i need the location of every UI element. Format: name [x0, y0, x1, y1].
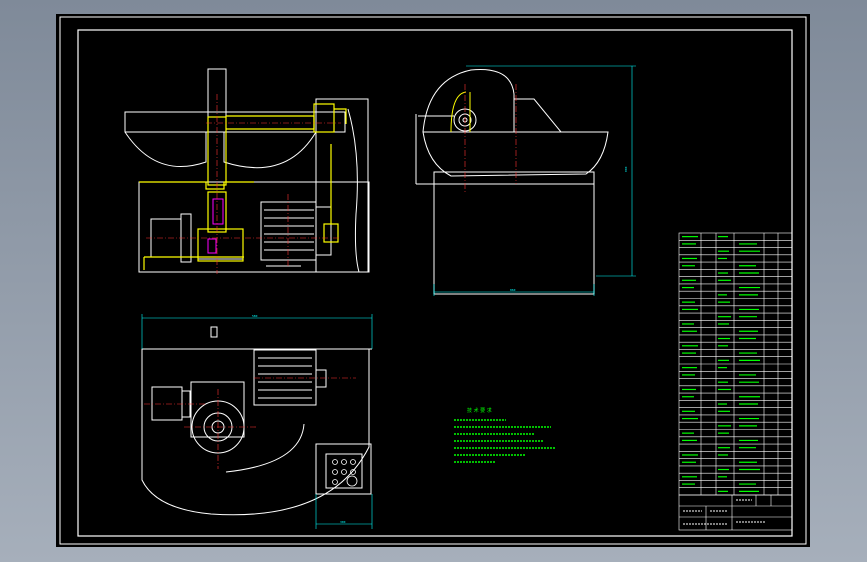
inner-frame: [77, 29, 793, 537]
side-centerlines: [464, 84, 517, 194]
side-view: [415, 69, 609, 295]
title-block-text: [683, 499, 766, 525]
plan-dimension-lines: [141, 314, 373, 529]
plan-centerlines: [144, 377, 356, 469]
side-width-dimension: 860: [510, 288, 516, 292]
plan-width-dimension: 580: [252, 314, 258, 318]
front-magenta-parts: [207, 198, 224, 254]
title-block: [678, 494, 793, 531]
notes-title: 技 术 要 求: [467, 407, 492, 414]
panel-width-dimension: 300: [340, 520, 346, 524]
front-highlight-parts: [139, 103, 347, 270]
cad-drawing: 860 800 580 300 技 术 要 求: [59, 16, 807, 545]
control-panel-buttons: [332, 459, 358, 487]
parts-table: [678, 232, 793, 496]
drawing-sheet: 860 800 580 300 技 术 要 求: [56, 14, 810, 547]
plan-view: [141, 326, 372, 516]
technical-notes: [454, 419, 556, 463]
side-height-dimension: 800: [624, 166, 628, 172]
